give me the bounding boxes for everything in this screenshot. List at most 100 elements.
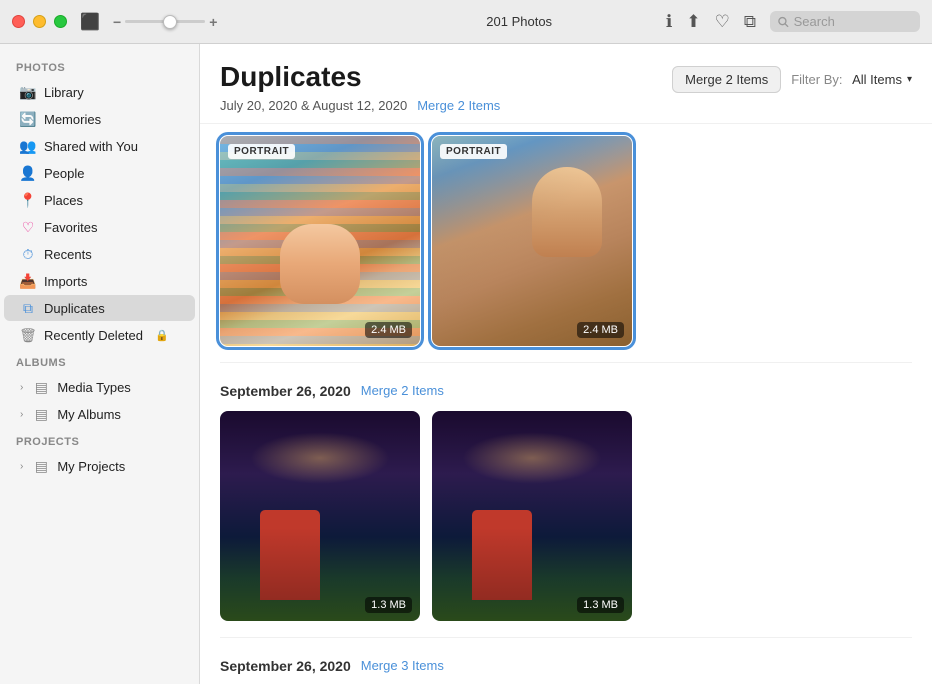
- photo-thumbnail: [220, 136, 420, 346]
- minimize-button[interactable]: [33, 15, 46, 28]
- sidebar-item-label: Memories: [44, 112, 101, 127]
- photo-item[interactable]: 1.3 MB: [220, 411, 420, 621]
- sidebar-item-favorites[interactable]: ♡ Favorites: [4, 214, 195, 240]
- content-area: Duplicates July 20, 2020 & August 12, 20…: [200, 44, 932, 684]
- zoom-slider-thumb[interactable]: [163, 15, 177, 29]
- filter-label: Filter By:: [791, 72, 842, 87]
- sidebar-item-people[interactable]: 👤 People: [4, 160, 195, 186]
- rotate-icon[interactable]: ⧉: [744, 12, 756, 32]
- sidebar-item-my-projects[interactable]: › ▤ My Projects: [4, 453, 195, 479]
- slideshow-icon[interactable]: ⬛: [79, 11, 101, 33]
- trash-icon: 🗑: [20, 327, 36, 343]
- photo-section-1: PORTRAIT 2.4 MB PORTRAIT 2.4 MB: [200, 124, 932, 354]
- photo-thumbnail: [220, 411, 420, 621]
- sidebar-item-label: My Projects: [57, 459, 125, 474]
- photo-item[interactable]: 1.3 MB: [432, 411, 632, 621]
- traffic-lights: [12, 15, 67, 28]
- maximize-button[interactable]: [54, 15, 67, 28]
- main-content: Photos 📷 Library 🔄 Memories 👥 Shared wit…: [0, 44, 932, 684]
- sidebar-item-label: Imports: [44, 274, 87, 289]
- header-subtitle: July 20, 2020 & August 12, 2020 Merge 2 …: [220, 98, 500, 113]
- sidebar-item-label: Duplicates: [44, 301, 105, 316]
- sidebar-item-label: Library: [44, 85, 84, 100]
- sidebar-item-label: Recently Deleted: [44, 328, 143, 343]
- sidebar-item-imports[interactable]: 📥 Imports: [4, 268, 195, 294]
- sidebar-item-media-types[interactable]: › ▤ Media Types: [4, 374, 195, 400]
- sidebar-item-label: Favorites: [44, 220, 97, 235]
- photo-item[interactable]: PORTRAIT 2.4 MB: [432, 136, 632, 346]
- sidebar-item-label: Recents: [44, 247, 92, 262]
- sidebar-item-my-albums[interactable]: › ▤ My Albums: [4, 401, 195, 427]
- title-bar: ⬛ − + 201 Photos ℹ ⬆ ♡ ⧉: [0, 0, 932, 44]
- info-icon[interactable]: ℹ: [666, 12, 672, 32]
- media-types-icon: ▤: [33, 379, 49, 395]
- sidebar-item-library[interactable]: 📷 Library: [4, 79, 195, 105]
- zoom-slider-container: − +: [113, 14, 217, 30]
- section-date-2: September 26, 2020: [220, 383, 351, 399]
- page-title: Duplicates: [220, 60, 500, 94]
- photo-size-badge: 2.4 MB: [577, 322, 624, 338]
- section-separator: [220, 362, 912, 363]
- chevron-down-icon: ▾: [907, 74, 912, 85]
- sidebar-item-duplicates[interactable]: ⧉ Duplicates: [4, 295, 195, 321]
- share-icon[interactable]: ⬆: [686, 12, 700, 32]
- sidebar-section-albums-label: Albums: [0, 349, 199, 373]
- sidebar-item-label: Media Types: [57, 380, 130, 395]
- section-header-3: September 26, 2020 Merge 3 Items: [220, 658, 912, 674]
- sidebar-item-label: My Albums: [57, 407, 121, 422]
- sidebar-item-memories[interactable]: 🔄 Memories: [4, 106, 195, 132]
- photo-grid-2: 1.3 MB 1.3 MB: [220, 411, 912, 621]
- search-icon: [778, 16, 789, 28]
- search-input[interactable]: [794, 14, 912, 29]
- favorites-icon: ♡: [20, 219, 36, 235]
- section-merge-link-2[interactable]: Merge 2 Items: [361, 383, 444, 398]
- photo-grid-1: PORTRAIT 2.4 MB PORTRAIT 2.4 MB: [220, 136, 912, 346]
- search-box[interactable]: [770, 11, 920, 32]
- sidebar-item-label: Shared with You: [44, 139, 138, 154]
- filter-button[interactable]: Filter By: All Items ▾: [791, 72, 912, 87]
- toolbar-controls: ⬛ − +: [79, 11, 372, 33]
- sidebar: Photos 📷 Library 🔄 Memories 👥 Shared wit…: [0, 44, 200, 684]
- lock-icon: 🔒: [155, 329, 169, 342]
- people-icon: 👤: [20, 165, 36, 181]
- photo-thumbnail: [432, 411, 632, 621]
- duplicates-icon: ⧉: [20, 300, 36, 316]
- albums-icon: ▤: [33, 406, 49, 422]
- merge-all-button[interactable]: Merge 2 Items: [672, 66, 781, 93]
- sidebar-item-recently-deleted[interactable]: 🗑 Recently Deleted 🔒: [4, 322, 195, 348]
- section-merge-link-3[interactable]: Merge 3 Items: [361, 658, 444, 673]
- zoom-plus-icon[interactable]: +: [209, 14, 217, 30]
- section-header-2: September 26, 2020 Merge 2 Items: [220, 383, 912, 399]
- sidebar-section-photos-label: Photos: [0, 54, 199, 78]
- photo-item[interactable]: PORTRAIT 2.4 MB: [220, 136, 420, 346]
- sidebar-item-shared-with-you[interactable]: 👥 Shared with You: [4, 133, 195, 159]
- header-merge-link[interactable]: Merge 2 Items: [417, 98, 500, 113]
- chevron-right-icon: ›: [20, 461, 23, 472]
- sidebar-item-label: People: [44, 166, 84, 181]
- places-icon: 📍: [20, 192, 36, 208]
- close-button[interactable]: [12, 15, 25, 28]
- recents-icon: ⏱: [20, 246, 36, 262]
- shared-icon: 👥: [20, 138, 36, 154]
- library-icon: 📷: [20, 84, 36, 100]
- photo-size-badge: 1.3 MB: [577, 597, 624, 613]
- projects-icon: ▤: [33, 458, 49, 474]
- sidebar-item-places[interactable]: 📍 Places: [4, 187, 195, 213]
- content-header-left: Duplicates July 20, 2020 & August 12, 20…: [220, 60, 500, 113]
- chevron-right-icon: ›: [20, 382, 23, 393]
- photo-section-3: September 26, 2020 Merge 3 Items: [200, 646, 932, 684]
- photo-count: 201 Photos: [372, 14, 665, 29]
- zoom-minus-icon[interactable]: −: [113, 14, 121, 30]
- heart-icon[interactable]: ♡: [715, 12, 730, 32]
- memories-icon: 🔄: [20, 111, 36, 127]
- toolbar-right: ℹ ⬆ ♡ ⧉: [666, 11, 920, 32]
- photo-section-2: September 26, 2020 Merge 2 Items 1.3 MB …: [200, 371, 932, 629]
- sidebar-item-label: Places: [44, 193, 83, 208]
- photo-size-badge: 2.4 MB: [365, 322, 412, 338]
- zoom-slider[interactable]: [125, 20, 205, 23]
- photo-size-badge: 1.3 MB: [365, 597, 412, 613]
- sidebar-item-recents[interactable]: ⏱ Recents: [4, 241, 195, 267]
- sidebar-section-projects-label: Projects: [0, 428, 199, 452]
- photo-thumbnail: [432, 136, 632, 346]
- portrait-badge: PORTRAIT: [228, 144, 295, 159]
